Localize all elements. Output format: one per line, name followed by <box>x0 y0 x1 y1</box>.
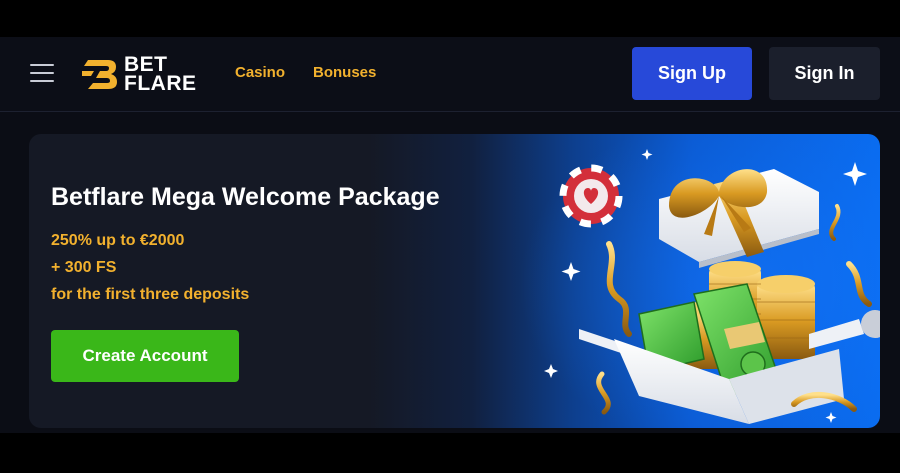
promo-bonus-line: 250% up to €2000 <box>51 232 185 249</box>
sign-up-button[interactable]: Sign Up <box>632 47 752 100</box>
betflare-logo[interactable]: BET FLARE <box>82 52 202 96</box>
promo-title: Betflare Mega Welcome Package <box>51 183 440 211</box>
betflare-b-logo-icon <box>82 60 117 89</box>
nav-casino-link[interactable]: Casino <box>235 64 285 81</box>
logo-line-2: FLARE <box>124 72 197 95</box>
top-black-strip <box>0 0 900 37</box>
logo-wordmark: BET FLARE <box>124 54 197 95</box>
bottom-black-strip <box>0 433 900 473</box>
welcome-promo-banner: Betflare Mega Welcome Package 250% up to… <box>29 134 880 428</box>
site-header: BET FLARE Casino Bonuses Sign Up Sign In <box>0 37 900 112</box>
hamburger-menu-icon[interactable] <box>30 63 54 83</box>
create-account-button[interactable]: Create Account <box>51 330 239 382</box>
promo-free-spins-line: + 300 FS <box>51 259 117 276</box>
nav-bonuses-link[interactable]: Bonuses <box>313 64 376 81</box>
casino-chip-icon <box>559 164 623 228</box>
gift-lid <box>659 169 819 268</box>
promo-deposits-line: for the first three deposits <box>51 286 250 303</box>
gift-box-illustration <box>544 149 880 424</box>
sign-in-button[interactable]: Sign In <box>769 47 880 100</box>
